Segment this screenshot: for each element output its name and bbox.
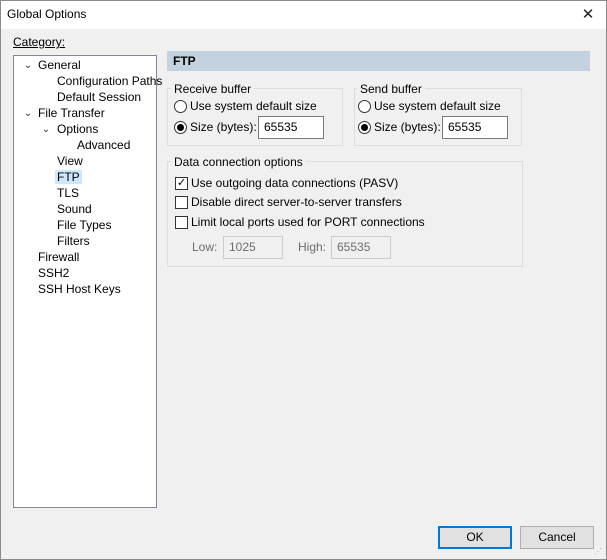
- tree-item-label: View: [57, 154, 83, 168]
- chevron-down-icon[interactable]: ⌄: [41, 122, 51, 138]
- tree-item-ssh-host-keys[interactable]: SSH Host Keys: [38, 281, 121, 297]
- radio-label: Use system default size: [190, 99, 317, 113]
- disable-direct-checkbox[interactable]: Disable direct server-to-server transfer…: [175, 194, 402, 210]
- send-size-radio[interactable]: Size (bytes):: [358, 119, 441, 135]
- cancel-button[interactable]: Cancel: [520, 526, 594, 549]
- panel-header: FTP: [167, 51, 590, 71]
- category-label-text: Category:: [13, 35, 66, 49]
- title-bar: Global Options ✕: [1, 1, 606, 29]
- tree-item-label: TLS: [57, 186, 80, 200]
- tree-item-label: Sound: [57, 202, 92, 216]
- checkbox-box: [175, 195, 188, 209]
- receive-default-radio[interactable]: Use system default size: [174, 98, 317, 114]
- tree-item-label: Advanced: [77, 138, 131, 152]
- tree-item-general[interactable]: General: [38, 57, 81, 73]
- checkbox-label: Disable direct server-to-server transfer…: [191, 195, 402, 209]
- tree-item-ftp[interactable]: FTP: [55, 169, 82, 185]
- category-label: Category:: [13, 35, 65, 49]
- receive-buffer-title: Receive buffer: [171, 82, 255, 96]
- high-label: High:: [298, 240, 327, 254]
- tree-item-label: File Types: [57, 218, 112, 232]
- tree-item-label: SSH Host Keys: [38, 282, 121, 296]
- low-label: Low:: [192, 240, 218, 254]
- radio-indicator: [358, 99, 371, 113]
- close-icon: ✕: [581, 6, 595, 23]
- send-buffer-title-text: Send buffer: [360, 82, 422, 96]
- tree-item-label: SSH2: [38, 266, 70, 280]
- tree-item-label: Filters: [57, 234, 90, 248]
- tree-item-label: File Transfer: [38, 106, 105, 120]
- tree-item-configuration-paths[interactable]: Configuration Paths: [57, 73, 162, 89]
- ok-button[interactable]: OK: [438, 526, 512, 549]
- send-size-input[interactable]: 65535: [442, 116, 508, 139]
- receive-size-input[interactable]: 65535: [258, 116, 324, 139]
- data-connection-title: Data connection options: [171, 155, 306, 169]
- tree-item-label: Configuration Paths: [57, 74, 163, 88]
- category-tree[interactable]: ⌄ General Configuration Paths Default Se…: [13, 55, 162, 508]
- tree-item-view[interactable]: View: [57, 153, 83, 169]
- resize-grip-icon[interactable]: ⋰: [594, 547, 604, 557]
- radio-label: Use system default size: [374, 99, 501, 113]
- tree-item-label: Default Session: [57, 90, 142, 104]
- tree-item-file-types[interactable]: File Types: [57, 217, 111, 233]
- radio-indicator: [174, 120, 187, 134]
- send-default-radio[interactable]: Use system default size: [358, 98, 501, 114]
- radio-indicator: [358, 120, 371, 134]
- data-connection-title-text: Data connection options: [174, 155, 303, 169]
- radio-label: Size (bytes):: [374, 120, 441, 134]
- low-port-input[interactable]: 1025: [223, 236, 283, 259]
- tree-item-advanced[interactable]: Advanced: [77, 137, 130, 153]
- tree-item-label: Options: [57, 122, 99, 136]
- checkbox-label: Use outgoing data connections (PASV): [191, 176, 399, 190]
- checkbox-label: Limit local ports used for PORT connecti…: [191, 215, 425, 229]
- tree-item-label: FTP: [55, 170, 82, 184]
- tree-item-firewall[interactable]: Firewall: [38, 249, 79, 265]
- receive-buffer-title-text: Receive buffer: [174, 82, 252, 96]
- tree-item-file-transfer[interactable]: File Transfer: [38, 105, 105, 121]
- send-buffer-title: Send buffer: [357, 82, 425, 96]
- checkmark-icon: ✓: [175, 176, 188, 190]
- global-options-dialog: Global Options ✕ Category: ⌄ General Con…: [0, 0, 607, 560]
- tree-item-label: General: [38, 58, 81, 72]
- tree-item-options[interactable]: Options: [57, 121, 98, 137]
- tree-item-label: Firewall: [38, 250, 80, 264]
- tree-item-sound[interactable]: Sound: [57, 201, 92, 217]
- tree-item-ssh2[interactable]: SSH2: [38, 265, 69, 281]
- tree-item-tls[interactable]: TLS: [57, 185, 79, 201]
- chevron-down-icon[interactable]: ⌄: [23, 58, 33, 74]
- tree-item-filters[interactable]: Filters: [57, 233, 90, 249]
- checkbox-box: [175, 215, 188, 229]
- high-port-input[interactable]: 65535: [331, 236, 391, 259]
- tree-item-default-session[interactable]: Default Session: [57, 89, 141, 105]
- radio-indicator: [174, 99, 187, 113]
- close-button[interactable]: ✕: [574, 2, 602, 26]
- pasv-checkbox[interactable]: ✓ Use outgoing data connections (PASV): [175, 175, 398, 191]
- window-title: Global Options: [7, 7, 87, 21]
- chevron-down-icon[interactable]: ⌄: [23, 106, 33, 122]
- radio-label: Size (bytes):: [190, 120, 257, 134]
- limit-ports-checkbox[interactable]: Limit local ports used for PORT connecti…: [175, 214, 425, 230]
- receive-size-radio[interactable]: Size (bytes):: [174, 119, 257, 135]
